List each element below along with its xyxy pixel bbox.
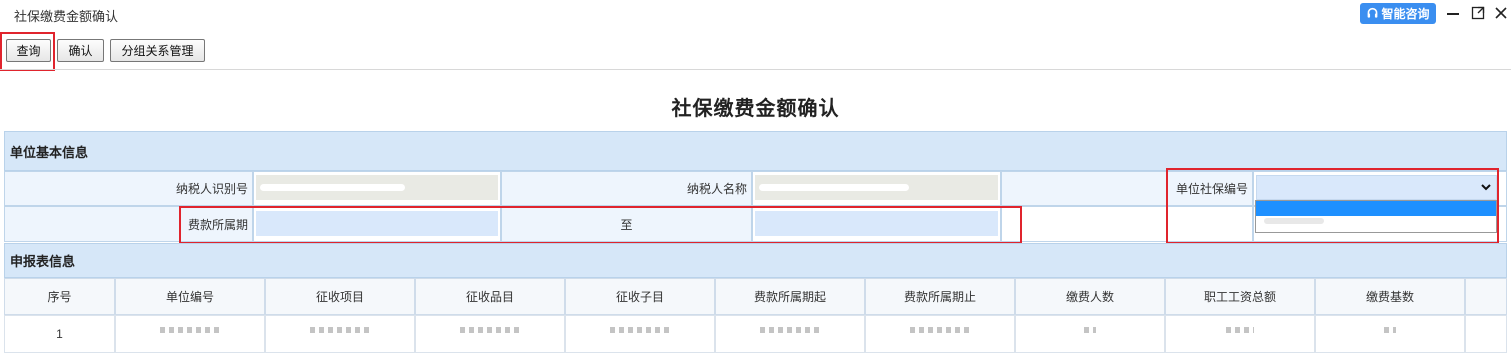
close-icon[interactable] <box>1492 4 1510 22</box>
column-header: 征收项目 <box>265 278 415 315</box>
to-label-cell: 至 <box>501 206 752 242</box>
social-no-label: 单位社保编号 <box>1175 182 1248 196</box>
period-end-field[interactable] <box>755 211 998 236</box>
taxpayer-id-label: 纳税人识别号 <box>175 182 248 196</box>
table-cell <box>265 315 415 353</box>
dropdown-option-highlighted[interactable] <box>1256 201 1496 216</box>
table-cell: 1 <box>4 315 115 353</box>
column-header: 职工工资总额 <box>1165 278 1315 315</box>
chevron-down-icon <box>1481 184 1491 191</box>
taxpayer-id-field[interactable] <box>256 175 498 200</box>
unit-info-heading: 单位基本信息 <box>4 131 1507 171</box>
to-label: 至 <box>620 217 633 232</box>
toolbar-divider <box>0 69 1511 70</box>
column-header: 费款所属期止 <box>865 278 1015 315</box>
column-header: 缴费基数 <box>1315 278 1465 315</box>
masked-value <box>759 184 909 191</box>
social-no-select[interactable] <box>1256 175 1497 200</box>
minimize-icon[interactable] <box>1444 4 1462 22</box>
headset-icon <box>1368 7 1378 18</box>
taxpayer-name-field[interactable] <box>755 175 998 200</box>
table-cell <box>1165 315 1315 353</box>
table-cell <box>865 315 1015 353</box>
taxpayer-name-label: 纳税人名称 <box>686 182 747 196</box>
social-no-dropdown <box>1255 200 1497 233</box>
page-title: 社保缴费金额确认 <box>671 98 840 120</box>
period-label-cell: 费款所属期 <box>4 206 253 242</box>
taxpayer-name-label-cell: 纳税人名称 <box>501 171 752 206</box>
column-header: 费款所属期起 <box>715 278 865 315</box>
table-cell-spacer <box>1465 315 1507 353</box>
table-cell <box>565 315 715 353</box>
column-header-spacer <box>1465 278 1507 315</box>
table-cell <box>715 315 865 353</box>
social-no-label-cell: 单位社保编号 <box>1001 171 1253 206</box>
ai-consult-button[interactable]: 智能咨询 <box>1360 3 1436 24</box>
group-relation-button[interactable]: 分组关系管理 <box>110 39 205 62</box>
period-start-field[interactable] <box>256 211 498 236</box>
table-cell <box>115 315 265 353</box>
table-cell <box>1015 315 1165 353</box>
column-header: 序号 <box>4 278 115 315</box>
title-bar: 社保缴费金额确认 智能咨询 <box>0 0 1511 30</box>
column-header: 单位编号 <box>115 278 265 315</box>
query-button[interactable]: 查询 <box>6 39 51 62</box>
ai-consult-label: 智能咨询 <box>1381 7 1430 21</box>
column-header: 征收品目 <box>415 278 565 315</box>
table-cell <box>1315 315 1465 353</box>
dropdown-option[interactable] <box>1264 218 1324 224</box>
confirm-button[interactable]: 确认 <box>57 39 104 62</box>
column-header: 缴费人数 <box>1015 278 1165 315</box>
empty-cell <box>1001 206 1253 242</box>
taxpayer-id-label-cell: 纳税人识别号 <box>4 171 253 206</box>
table-cell <box>415 315 565 353</box>
window-title: 社保缴费金额确认 <box>14 9 119 24</box>
column-header: 征收子目 <box>565 278 715 315</box>
maximize-icon[interactable] <box>1469 4 1487 22</box>
toolbar: 查询 确认 分组关系管理 <box>0 30 1511 68</box>
masked-value <box>260 184 405 191</box>
period-label: 费款所属期 <box>187 217 248 232</box>
report-heading: 申报表信息 <box>4 243 1507 278</box>
